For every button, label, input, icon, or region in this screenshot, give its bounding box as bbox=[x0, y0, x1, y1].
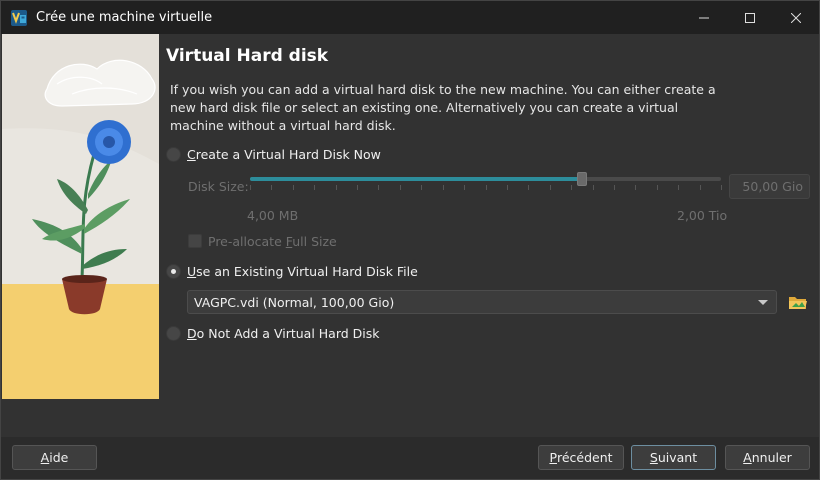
maximize-icon bbox=[745, 12, 755, 23]
preallocate-checkbox[interactable] bbox=[188, 234, 202, 248]
disk-size-input[interactable]: 50,00 Gio bbox=[729, 174, 810, 199]
next-button[interactable]: Suivant bbox=[631, 445, 716, 470]
chevron-down-icon bbox=[758, 300, 768, 305]
disk-size-min-label: 4,00 MB bbox=[247, 208, 299, 223]
close-button[interactable] bbox=[773, 1, 819, 34]
help-button[interactable]: Aide bbox=[12, 445, 97, 470]
slider-tick bbox=[571, 185, 573, 190]
slider-tick bbox=[421, 185, 423, 190]
slider-tick bbox=[613, 185, 615, 190]
disk-size-slider-ticks bbox=[250, 185, 722, 191]
title-bar: Crée une machine virtuelle bbox=[1, 1, 819, 34]
radio-no-disk-label: Do Not Add a Virtual Hard Disk bbox=[187, 326, 380, 341]
maximize-button[interactable] bbox=[727, 1, 773, 34]
virtualbox-icon bbox=[11, 9, 27, 26]
slider-tick bbox=[271, 185, 273, 190]
back-button[interactable]: Précédent bbox=[538, 445, 624, 470]
preallocate-label: Pre-allocate Full Size bbox=[208, 234, 337, 249]
disk-size-label: Disk Size: bbox=[188, 179, 249, 194]
disk-size-slider-handle[interactable] bbox=[577, 172, 588, 186]
radio-create-disk-label: Create a Virtual Hard Disk Now bbox=[187, 147, 381, 162]
wizard-window: Crée une machine virtuelle Virtual Hard … bbox=[0, 0, 820, 480]
radio-no-disk-indicator[interactable] bbox=[166, 326, 181, 341]
slider-tick bbox=[442, 185, 444, 190]
slider-tick bbox=[635, 185, 637, 190]
existing-disk-selected: VAGPC.vdi (Normal, 100,00 Gio) bbox=[194, 294, 395, 310]
slider-tick bbox=[485, 185, 487, 190]
slider-tick bbox=[464, 185, 466, 190]
slider-tick bbox=[528, 185, 530, 190]
radio-create-disk[interactable]: Create a Virtual Hard Disk Now bbox=[166, 147, 381, 162]
slider-tick bbox=[378, 185, 380, 190]
disk-size-slider-fill bbox=[250, 177, 583, 181]
radio-no-disk[interactable]: Do Not Add a Virtual Hard Disk bbox=[166, 326, 380, 341]
slider-tick bbox=[506, 185, 508, 190]
radio-create-disk-indicator[interactable] bbox=[166, 147, 181, 162]
cancel-button[interactable]: Annuler bbox=[725, 445, 810, 470]
slider-tick bbox=[656, 185, 658, 190]
existing-disk-dropdown[interactable]: VAGPC.vdi (Normal, 100,00 Gio) bbox=[187, 290, 777, 314]
minimize-icon bbox=[699, 17, 709, 18]
slider-tick bbox=[292, 185, 294, 190]
button-bar: Aide Précédent Suivant Annuler bbox=[1, 437, 819, 479]
slider-tick bbox=[314, 185, 316, 190]
window-controls bbox=[681, 1, 819, 34]
slider-tick bbox=[699, 185, 701, 190]
radio-use-existing-label: Use an Existing Virtual Hard Disk File bbox=[187, 264, 418, 279]
wizard-illustration bbox=[2, 34, 159, 399]
radio-use-existing[interactable]: Use an Existing Virtual Hard Disk File bbox=[166, 264, 418, 279]
minimize-button[interactable] bbox=[681, 1, 727, 34]
disk-size-max-label: 2,00 Tio bbox=[677, 208, 728, 223]
slider-tick bbox=[357, 185, 359, 190]
slider-tick bbox=[549, 185, 551, 190]
slider-tick bbox=[678, 185, 680, 190]
slider-tick bbox=[721, 185, 722, 190]
folder-open-icon[interactable] bbox=[787, 291, 809, 313]
page-title: Virtual Hard disk bbox=[166, 46, 329, 66]
radio-use-existing-indicator[interactable] bbox=[166, 264, 181, 279]
disk-size-slider[interactable] bbox=[250, 172, 721, 186]
slider-tick bbox=[250, 185, 251, 190]
slider-tick bbox=[399, 185, 401, 190]
slider-tick bbox=[335, 185, 337, 190]
close-icon bbox=[791, 12, 801, 23]
page-description: If you wish you can add a virtual hard d… bbox=[170, 82, 716, 133]
window-title: Crée une machine virtuelle bbox=[36, 10, 213, 25]
slider-tick bbox=[592, 185, 594, 190]
